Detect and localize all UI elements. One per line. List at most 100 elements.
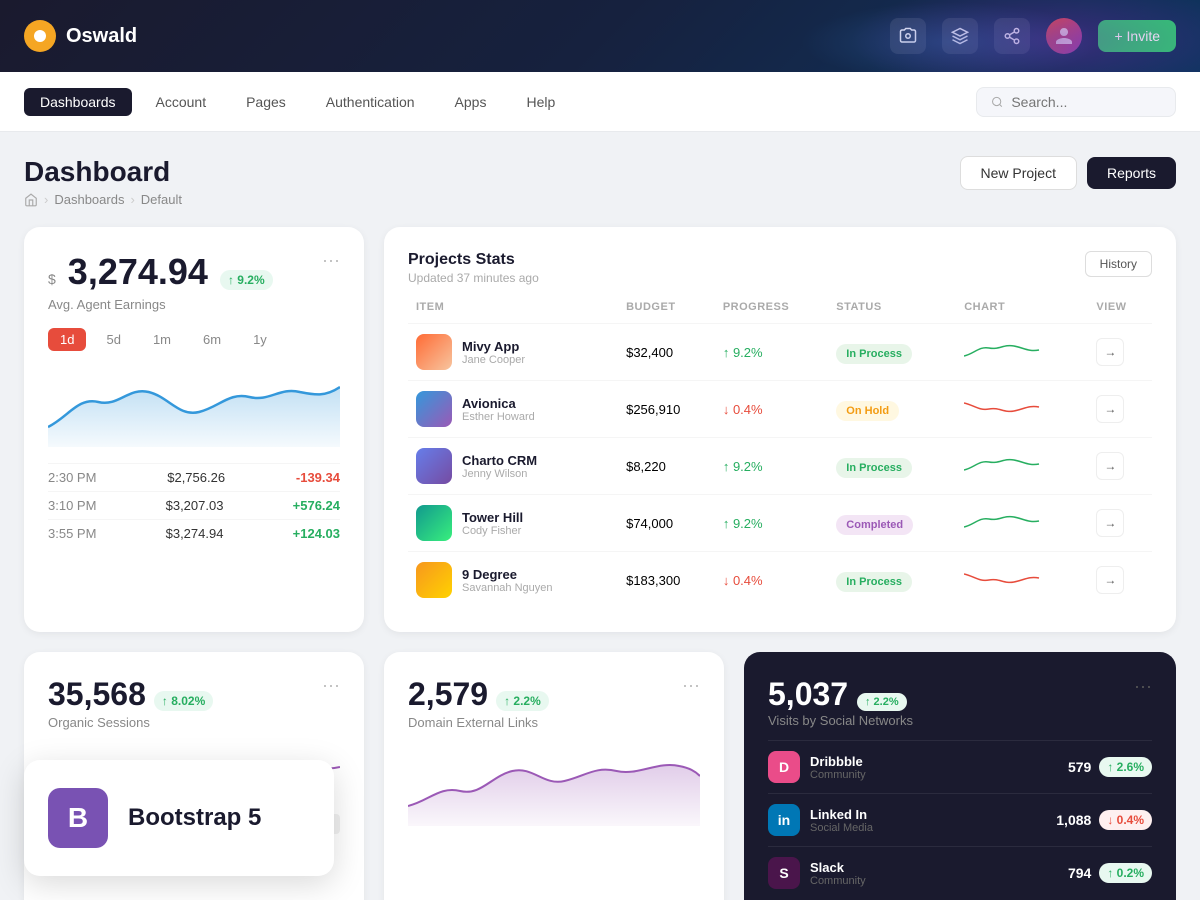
- new-project-button[interactable]: New Project: [960, 156, 1077, 190]
- project-thumb: [416, 334, 452, 370]
- projects-title: Projects Stats: [408, 251, 539, 269]
- bootstrap-card: B Bootstrap 5: [24, 760, 334, 876]
- project-sparkline: [964, 450, 1044, 480]
- social-label: Visits by Social Networks: [768, 713, 913, 728]
- project-budget: $183,300: [618, 552, 715, 609]
- social-items: D Dribbble Community 579 ↑ 2.6% in Linke…: [768, 740, 1152, 899]
- nav-pages[interactable]: Pages: [230, 88, 302, 116]
- social-item: D Dribbble Community 579 ↑ 2.6%: [768, 740, 1152, 793]
- time-3: 3:55 PM: [48, 526, 96, 541]
- bootstrap-label: Bootstrap 5: [128, 804, 261, 832]
- project-name: Charto CRM: [462, 453, 537, 468]
- data-rows: 2:30 PM $2,756.26 -139.34 3:10 PM $3,207…: [48, 463, 340, 547]
- page-title: Dashboard: [24, 156, 182, 188]
- filter-1m[interactable]: 1m: [141, 328, 183, 351]
- social-amount: 5,037 ↑ 2.2%: [768, 676, 913, 713]
- change-3: +124.03: [293, 526, 340, 541]
- organic-label: Organic Sessions: [48, 715, 340, 730]
- earnings-amount: 3,274.94: [68, 251, 208, 293]
- social-value: 794: [1068, 865, 1091, 881]
- project-info: Charto CRM Jenny Wilson: [462, 453, 537, 480]
- layers-icon[interactable]: [942, 18, 978, 54]
- breadcrumb: › Dashboards › Default: [24, 192, 182, 207]
- amount-row: $ 3,274.94 ↑ 9.2%: [48, 251, 322, 293]
- search-input[interactable]: [1011, 94, 1161, 110]
- reports-button[interactable]: Reports: [1087, 157, 1176, 189]
- project-info: Avionica Esther Howard: [462, 396, 535, 423]
- social-platform-icon: S: [768, 857, 800, 889]
- social-left: S Slack Community: [768, 857, 866, 889]
- share-icon[interactable]: [994, 18, 1030, 54]
- social-change: ↓ 0.4%: [1099, 810, 1152, 830]
- nav-authentication[interactable]: Authentication: [310, 88, 431, 116]
- nav-help[interactable]: Help: [510, 88, 571, 116]
- project-name: Avionica: [462, 396, 535, 411]
- earnings-badge: ↑ 9.2%: [220, 270, 273, 290]
- logo-icon: [24, 20, 56, 52]
- social-networks-card: 5,037 ↑ 2.2% Visits by Social Networks ·…: [744, 652, 1176, 900]
- time-filters: 1d 5d 1m 6m 1y: [48, 328, 340, 351]
- project-status: In Process: [836, 572, 912, 592]
- nav-dashboards[interactable]: Dashboards: [24, 88, 132, 116]
- data-row-2: 3:10 PM $3,207.03 +576.24: [48, 491, 340, 519]
- camera-icon[interactable]: [890, 18, 926, 54]
- social-platform-name: Linked In: [810, 807, 873, 822]
- card-menu-icon[interactable]: ···: [322, 251, 340, 269]
- domain-menu-icon[interactable]: ···: [682, 676, 700, 694]
- project-progress: ↓ 0.4%: [723, 402, 763, 417]
- nav-account[interactable]: Account: [140, 88, 223, 116]
- social-info: Slack Community: [810, 860, 866, 887]
- project-view-btn[interactable]: →: [1096, 395, 1124, 423]
- social-platform-name: Dribbble: [810, 754, 866, 769]
- project-view-btn[interactable]: →: [1096, 452, 1124, 480]
- col-progress: PROGRESS: [715, 301, 828, 324]
- navbar: Dashboards Account Pages Authentication …: [0, 72, 1200, 132]
- social-value: 1,088: [1056, 812, 1091, 828]
- social-platform-type: Community: [810, 769, 866, 781]
- earnings-card: ··· $ 3,274.94 ↑ 9.2% Avg. Agent Earning…: [24, 227, 364, 632]
- social-value: 579: [1068, 759, 1091, 775]
- projects-header: Projects Stats Updated 37 minutes ago Hi…: [408, 251, 1152, 285]
- social-info: Dribbble Community: [810, 754, 866, 781]
- project-author: Jenny Wilson: [462, 468, 537, 480]
- filter-6m[interactable]: 6m: [191, 328, 233, 351]
- avatar[interactable]: [1046, 18, 1082, 54]
- filter-1d[interactable]: 1d: [48, 328, 86, 351]
- filter-1y[interactable]: 1y: [241, 328, 279, 351]
- project-name: Tower Hill: [462, 510, 523, 525]
- val-2: $3,207.03: [166, 498, 224, 513]
- data-row-1: 2:30 PM $2,756.26 -139.34: [48, 463, 340, 491]
- project-view-btn[interactable]: →: [1096, 338, 1124, 366]
- project-item: Charto CRM Jenny Wilson: [416, 448, 610, 484]
- topbar: Oswald + Invite: [0, 0, 1200, 72]
- nav-apps[interactable]: Apps: [439, 88, 503, 116]
- filter-5d[interactable]: 5d: [94, 328, 132, 351]
- project-view-btn[interactable]: →: [1096, 509, 1124, 537]
- time-2: 3:10 PM: [48, 498, 96, 513]
- project-item: 9 Degree Savannah Nguyen: [416, 562, 610, 598]
- history-button[interactable]: History: [1085, 251, 1152, 277]
- project-status: In Process: [836, 458, 912, 478]
- projects-title-area: Projects Stats Updated 37 minutes ago: [408, 251, 539, 285]
- projects-table: ITEM BUDGET PROGRESS STATUS CHART VIEW M…: [408, 301, 1152, 608]
- breadcrumb-dashboards[interactable]: Dashboards: [54, 192, 124, 207]
- project-thumb: [416, 562, 452, 598]
- project-author: Esther Howard: [462, 411, 535, 423]
- social-platform-name: Slack: [810, 860, 866, 875]
- organic-menu-icon[interactable]: ···: [322, 676, 340, 694]
- col-chart: CHART: [956, 301, 1088, 324]
- invite-button[interactable]: + Invite: [1098, 20, 1176, 52]
- project-view-btn[interactable]: →: [1096, 566, 1124, 594]
- project-thumb: [416, 391, 452, 427]
- social-change: ↑ 0.2%: [1099, 863, 1152, 883]
- project-budget: $74,000: [618, 495, 715, 552]
- logo-area: Oswald: [24, 20, 890, 52]
- social-menu-icon[interactable]: ···: [1134, 676, 1152, 697]
- search-bar: [976, 87, 1176, 117]
- project-sparkline: [964, 507, 1044, 537]
- organic-badge: ↑ 8.02%: [154, 691, 213, 711]
- project-sparkline: [964, 393, 1044, 423]
- social-left: D Dribbble Community: [768, 751, 866, 783]
- social-platform-icon: in: [768, 804, 800, 836]
- header-buttons: New Project Reports: [960, 156, 1177, 190]
